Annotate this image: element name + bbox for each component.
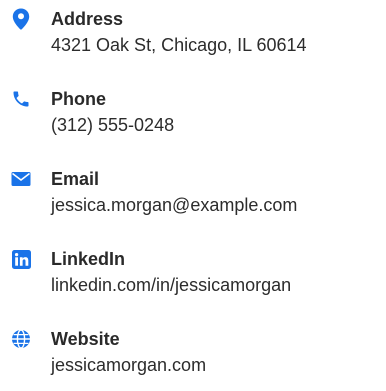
website-label: Website: [51, 329, 120, 349]
linkedin-label: LinkedIn: [51, 249, 126, 269]
contact-item-phone: Phone (312) 555-0248: [0, 88, 386, 150]
globe-icon: [10, 328, 32, 350]
phone-icon: [10, 88, 32, 110]
email-link[interactable]: jessica.morgan@example.com: [51, 193, 297, 217]
linkedin-link[interactable]: linkedin.com/in/jessicamorgan: [51, 273, 291, 297]
contact-item-address: Address 4321 Oak St, Chicago, IL 60614: [0, 8, 386, 70]
email-label: Email: [51, 169, 100, 189]
map-pin-icon: [10, 8, 32, 30]
contact-item-email: Email jessica.morgan@example.com: [0, 168, 386, 230]
address-value: 4321 Oak St, Chicago, IL 60614: [51, 35, 307, 55]
website-link[interactable]: jessicamorgan.com: [51, 353, 206, 377]
phone-label: Phone: [51, 89, 107, 109]
contact-list: Address 4321 Oak St, Chicago, IL 60614 P…: [0, 0, 386, 391]
linkedin-icon: [10, 248, 32, 270]
envelope-icon: [10, 168, 32, 190]
address-label: Address: [51, 9, 124, 29]
contact-item-linkedin: LinkedIn linkedin.com/in/jessicamorgan: [0, 248, 386, 310]
contact-item-website: Website jessicamorgan.com: [0, 328, 386, 390]
phone-link[interactable]: (312) 555-0248: [51, 113, 174, 137]
